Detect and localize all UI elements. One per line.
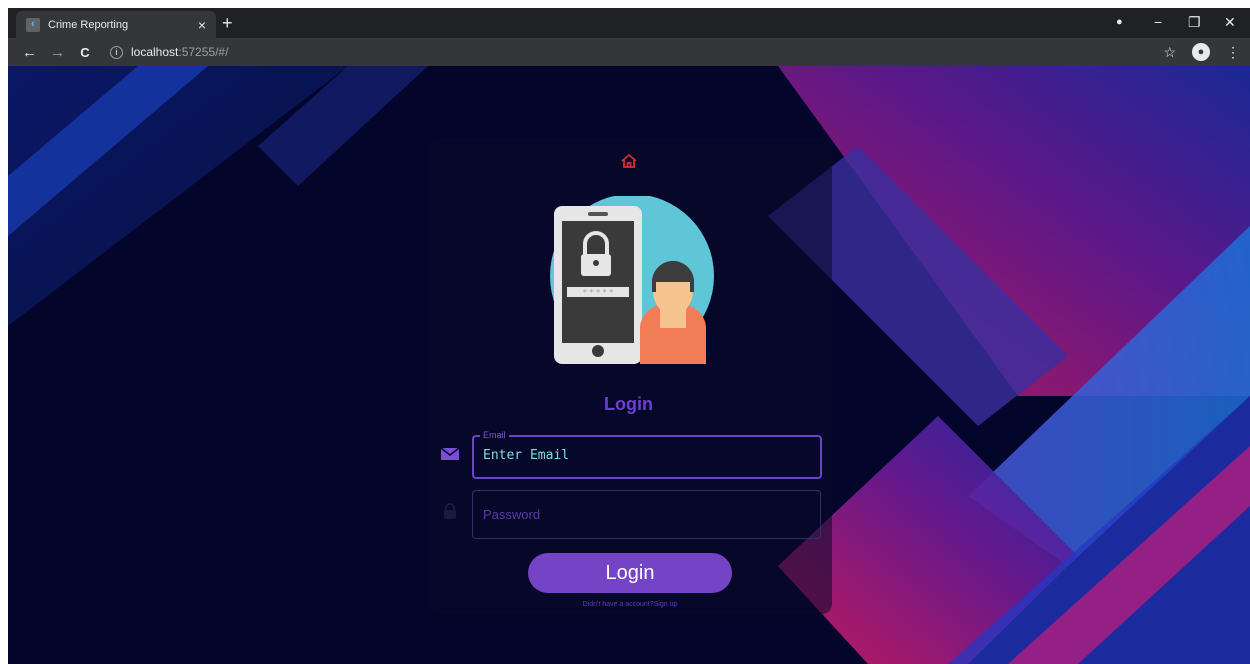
close-window-button[interactable]: ✕ — [1224, 14, 1236, 31]
reload-button[interactable]: C — [78, 45, 92, 60]
new-tab-button[interactable]: + — [222, 13, 233, 34]
address-bar[interactable]: localhost:57255/#/ — [131, 45, 228, 59]
signup-link[interactable]: Didn't have a account?Sign up — [528, 601, 732, 608]
forward-button[interactable]: → — [50, 44, 65, 61]
tab-title: Crime Reporting — [48, 18, 129, 31]
email-field[interactable]: Email Enter Email — [472, 430, 822, 479]
password-field[interactable] — [472, 490, 821, 539]
home-icon[interactable] — [620, 152, 638, 170]
restore-button[interactable]: ❐ — [1188, 14, 1201, 31]
site-info-icon[interactable]: i — [110, 45, 123, 59]
email-value: Enter Email — [483, 448, 570, 463]
browser-window: ‹ Crime Reporting × + ● − ❐ ✕ ← → C i lo… — [8, 8, 1250, 664]
lock-icon — [444, 503, 456, 519]
bookmark-star-icon[interactable]: ☆ — [1163, 44, 1176, 61]
tab-close-icon[interactable]: × — [198, 17, 206, 33]
url-host: localhost — [131, 45, 179, 59]
browser-menu-icon[interactable]: ⋮ — [1226, 44, 1240, 61]
svg-text:* * * * *: * * * * * — [583, 288, 613, 297]
login-button[interactable]: Login — [528, 553, 732, 593]
back-button[interactable]: ← — [22, 44, 37, 61]
phone-lock-illustration: * * * * * — [550, 196, 714, 364]
url-path: :57255/#/ — [178, 45, 229, 59]
tab-search-icon[interactable]: ● — [1116, 16, 1123, 28]
mail-icon — [440, 447, 460, 460]
page-title: Login — [604, 394, 653, 414]
tab-crime-reporting[interactable]: ‹ Crime Reporting × — [16, 11, 216, 38]
flutter-favicon-icon: ‹ — [26, 17, 40, 32]
page-viewport: * * * * * Login Email Enter Email Login … — [8, 66, 1250, 664]
tab-strip: ‹ Crime Reporting × + ● − ❐ ✕ — [8, 8, 1250, 38]
minimize-button[interactable]: − — [1154, 14, 1162, 30]
browser-toolbar: ← → C i localhost:57255/#/ ☆ ● ⋮ — [8, 38, 1250, 66]
email-label: Email — [480, 430, 509, 440]
profile-avatar[interactable]: ● — [1192, 43, 1210, 61]
password-input[interactable] — [473, 491, 820, 538]
